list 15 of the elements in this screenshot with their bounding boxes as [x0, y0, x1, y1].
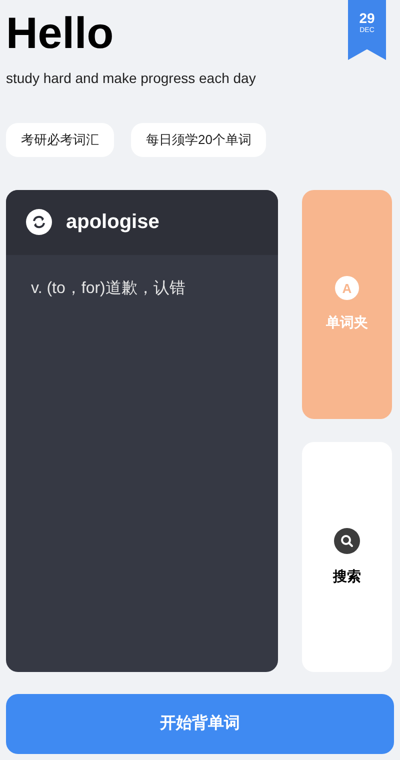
page-subtitle: study hard and make progress each day	[6, 69, 256, 88]
start-button[interactable]: 开始背单词	[6, 694, 394, 754]
word: apologise	[66, 210, 160, 235]
page-title: Hello	[6, 10, 115, 58]
wordbook-card[interactable]: A 单词夹	[302, 190, 392, 419]
search-icon	[334, 528, 360, 554]
letter-icon: A	[335, 276, 359, 300]
date-day: 29	[359, 10, 375, 26]
word-definition: v. (to，for)道歉，认错	[30, 278, 186, 298]
tag: 每日须学20个单词	[131, 123, 266, 156]
refresh-icon[interactable]	[26, 209, 52, 235]
tag: 考研必考词汇	[6, 123, 114, 156]
card-label: 单词夹	[326, 313, 368, 332]
search-card[interactable]: 搜索	[302, 442, 392, 672]
card-label: 搜索	[333, 566, 361, 586]
